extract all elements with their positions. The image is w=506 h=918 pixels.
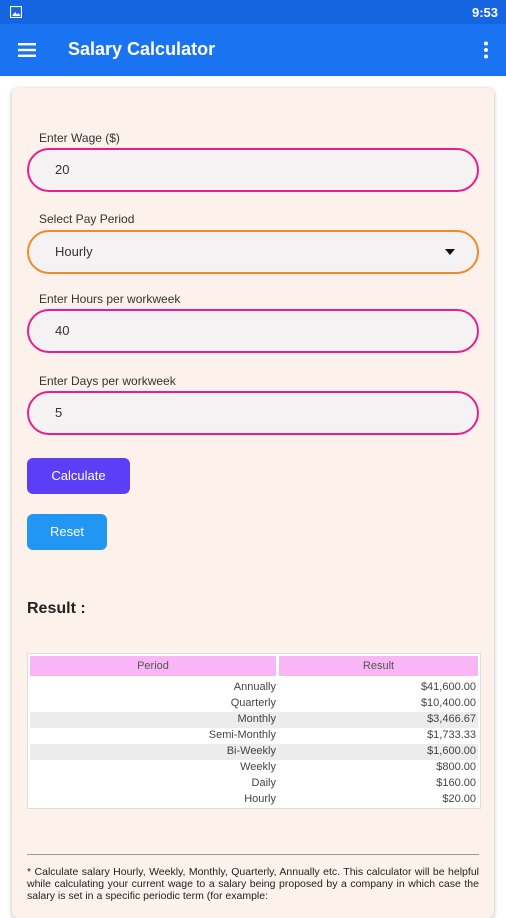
hours-value: 40 bbox=[55, 323, 70, 338]
caret-down-icon bbox=[445, 249, 455, 255]
table-row: Quarterly $10,400.00 bbox=[30, 696, 478, 712]
result-cell: $1,600.00 bbox=[427, 745, 476, 757]
status-bar: 9:53 bbox=[0, 0, 506, 24]
menu-icon[interactable] bbox=[17, 40, 37, 60]
app-title: Salary Calculator bbox=[68, 39, 216, 59]
table-header: Period Result bbox=[30, 656, 478, 676]
reset-button[interactable]: Reset bbox=[27, 514, 107, 550]
period-cell: Monthly bbox=[237, 713, 276, 725]
result-cell: $20.00 bbox=[442, 793, 476, 805]
table-row: Monthly $3,466.67 bbox=[30, 712, 478, 728]
wage-label: Enter Wage ($) bbox=[39, 131, 120, 145]
hours-input[interactable]: 40 bbox=[27, 309, 479, 353]
table-row: Semi-Monthly $1,733.33 bbox=[30, 728, 478, 744]
days-input[interactable]: 5 bbox=[27, 391, 479, 435]
pay-period-value: Hourly bbox=[55, 244, 93, 259]
result-cell: $3,466.67 bbox=[427, 713, 476, 725]
result-title: Result : bbox=[27, 600, 86, 617]
table-row: Daily $160.00 bbox=[30, 776, 478, 792]
period-cell: Bi-Weekly bbox=[226, 745, 276, 757]
days-label: Enter Days per workweek bbox=[39, 374, 176, 388]
result-cell: $41,600.00 bbox=[420, 681, 476, 693]
period-cell: Weekly bbox=[240, 761, 276, 773]
period-cell: Annually bbox=[233, 681, 276, 693]
image-icon bbox=[10, 6, 22, 18]
period-cell: Hourly bbox=[244, 793, 276, 805]
period-cell: Semi-Monthly bbox=[208, 729, 276, 741]
header-result: Result bbox=[279, 656, 478, 676]
hours-label: Enter Hours per workweek bbox=[39, 292, 181, 306]
result-cell: $160.00 bbox=[436, 777, 476, 789]
period-cell: Daily bbox=[251, 777, 276, 789]
status-time: 9:53 bbox=[471, 5, 498, 20]
result-table: Period Result Annually $41,600.00 Quarte… bbox=[27, 653, 481, 809]
table-row: Weekly $800.00 bbox=[30, 760, 478, 776]
table-row: Bi-Weekly $1,600.00 bbox=[30, 744, 478, 760]
footnote-divider bbox=[27, 854, 479, 855]
result-cell: $800.00 bbox=[436, 761, 476, 773]
header-period: Period bbox=[30, 656, 276, 676]
days-value: 5 bbox=[55, 405, 63, 420]
more-vert-icon[interactable] bbox=[482, 40, 490, 60]
wage-value: 20 bbox=[55, 162, 70, 177]
table-row: Annually $41,600.00 bbox=[30, 680, 478, 696]
result-cell: $10,400.00 bbox=[420, 697, 476, 709]
result-cell: $1,733.33 bbox=[427, 729, 476, 741]
calculator-card: Enter Wage ($) 20 Select Pay Period Hour… bbox=[12, 88, 494, 918]
wage-input[interactable]: 20 bbox=[27, 148, 479, 192]
pay-period-select[interactable]: Hourly bbox=[27, 230, 479, 274]
app-bar: Salary Calculator bbox=[0, 24, 506, 76]
period-cell: Quarterly bbox=[230, 697, 276, 709]
pay-period-label: Select Pay Period bbox=[39, 212, 135, 226]
table-row: Hourly $20.00 bbox=[30, 792, 478, 808]
calculate-button[interactable]: Calculate bbox=[27, 458, 130, 494]
footnote-text: * Calculate salary Hourly, Weekly, Month… bbox=[27, 866, 479, 902]
